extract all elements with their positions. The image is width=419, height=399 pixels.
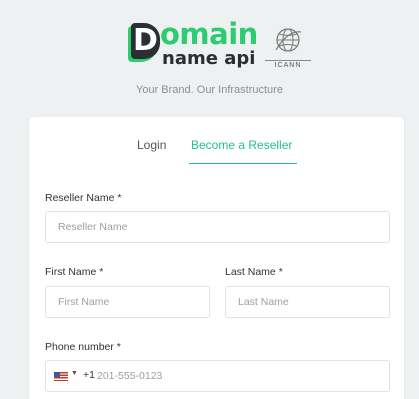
first-name-input[interactable] — [45, 286, 210, 318]
active-tab-indicator — [189, 163, 297, 164]
register-card: Login Become a Reseller Reseller Name * … — [29, 117, 404, 399]
tab-login[interactable]: Login — [137, 137, 166, 153]
icann-label: ICANN — [265, 60, 311, 69]
dial-code: +1 — [83, 369, 95, 381]
logo-word-domain: omain — [160, 17, 258, 51]
phone-input[interactable] — [97, 362, 377, 390]
last-name-input[interactable] — [225, 286, 390, 318]
icann-globe-icon: ICANN — [265, 26, 311, 74]
logo-word-nameapi: name api — [162, 48, 256, 69]
phone-field: ▼ +1 — [45, 360, 390, 392]
tagline: Your Brand. Our Infrastructure — [136, 84, 283, 96]
brand-header: D omain name api ICANN Your Brand. Our I… — [0, 0, 419, 110]
auth-tabs: Login Become a Reseller — [29, 137, 404, 167]
reseller-name-input[interactable] — [45, 211, 390, 243]
tab-become-reseller[interactable]: Become a Reseller — [191, 137, 292, 161]
last-name-label: Last Name * — [225, 266, 283, 278]
us-flag-icon[interactable] — [54, 372, 68, 381]
phone-label: Phone number * — [45, 341, 121, 353]
logo-d-icon: D — [128, 23, 160, 63]
reseller-name-label: Reseller Name * — [45, 192, 122, 204]
first-name-label: First Name * — [45, 266, 104, 278]
chevron-down-icon[interactable]: ▼ — [71, 370, 78, 377]
